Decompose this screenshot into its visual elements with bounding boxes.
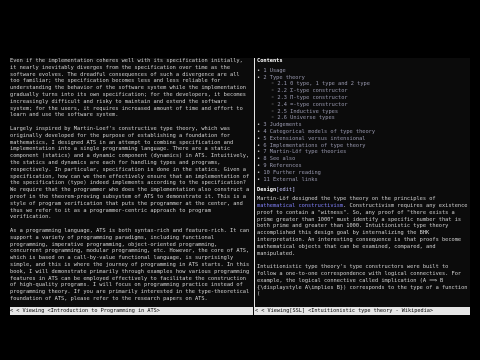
- toc-item[interactable]: • 9 References: [257, 163, 470, 170]
- design-paragraph-2: Intuitionistic type theory's type constr…: [257, 264, 470, 298]
- toc-item[interactable]: • 1 Usage: [257, 68, 470, 75]
- toc-item[interactable]: • 4 Categorical models of type theory: [257, 129, 470, 136]
- toc-item-number: 2.4: [277, 101, 287, 108]
- toc-item-label: Usage: [269, 67, 286, 74]
- toc-item-label: Implementations of type theory: [269, 142, 366, 149]
- edit-link[interactable]: [edit]: [276, 187, 295, 193]
- terminal-screen: Even if the implementation coheres well …: [10, 58, 470, 315]
- design-heading-text: Design: [257, 187, 277, 194]
- toc-item-label: Inductive types: [290, 108, 339, 115]
- toc-item-number: 2.2: [277, 88, 287, 95]
- left-paragraph-2: Largely inspired by Martin-Loef's constr…: [10, 125, 250, 221]
- toc-item-label: Universe types: [290, 115, 335, 122]
- toc-item[interactable]: ◦ 2.5 Inductive types: [257, 109, 470, 116]
- toc-item-label: Categorical models of type theory: [269, 128, 376, 135]
- toc-item[interactable]: ◦ 2.6 Universe types: [257, 115, 470, 122]
- toc-item-number: 2.3: [277, 94, 287, 101]
- toc-item-number: 2.1: [277, 81, 287, 88]
- toc-item[interactable]: • 3 Judgements: [257, 122, 470, 129]
- toc-item[interactable]: • 2 Type theory: [257, 75, 470, 82]
- toc-item[interactable]: • 6 Implementations of type theory: [257, 143, 470, 150]
- right-browser-pane[interactable]: Contents • 1 Usage • 2 Type theory ◦ 2.1 0…: [257, 58, 470, 307]
- constructivism-link[interactable]: mathematical constructivism: [257, 203, 343, 209]
- right-status-bar: < < Viewing[SSL] <Intuitionistic type th…: [255, 307, 470, 315]
- toc-item[interactable]: ◦ 2.2 Σ-type constructor: [257, 88, 470, 95]
- toc-item-number: 11: [263, 176, 270, 183]
- left-paragraph-1: Even if the implementation coheres well …: [10, 58, 246, 119]
- toc-item-label: References: [269, 162, 302, 169]
- toc-item-label: Further reading: [272, 169, 321, 176]
- table-of-contents: • 1 Usage • 2 Type theory ◦ 2.1 0 type, 1 …: [257, 68, 470, 184]
- toc-item-label: External links: [272, 176, 318, 183]
- toc-item-number: 10: [263, 169, 270, 176]
- toc-item-number: 1: [263, 67, 267, 74]
- left-status-bar: < < Viewing <Introduction to Programming…: [10, 307, 253, 315]
- toc-item[interactable]: • 10 Further reading: [257, 170, 470, 177]
- toc-item-number: 8: [263, 156, 267, 163]
- toc-item[interactable]: • 5 Extensional versus intensional: [257, 136, 470, 143]
- contents-heading: Contents: [257, 58, 283, 64]
- toc-item-label: Π-type constructor: [290, 94, 348, 101]
- toc-item-number: 2: [263, 74, 267, 81]
- left-paragraph-3: As a programming language, ATS is both s…: [10, 227, 250, 302]
- toc-item-label: Judgements: [269, 122, 302, 129]
- left-browser-pane[interactable]: Even if the implementation coheres well …: [10, 58, 252, 307]
- toc-item[interactable]: • 11 External links: [257, 177, 470, 184]
- toc-item-number: 2.6: [277, 115, 287, 122]
- toc-item[interactable]: ◦ 2.4 =-type constructor: [257, 102, 470, 109]
- design-paragraph-1: Martin-Löf designed the type theory on t…: [257, 196, 470, 257]
- toc-item-number: 2.5: [277, 108, 287, 115]
- design-text-continued: . Constructivism requires any existence …: [257, 202, 468, 257]
- toc-item-label: =-type constructor: [290, 101, 348, 108]
- toc-item-label: Type theory: [269, 74, 305, 81]
- toc-item-number: 5: [263, 135, 267, 142]
- design-section-heading: Design[edit]: [257, 187, 470, 194]
- toc-item-label: Σ-type constructor: [290, 88, 348, 95]
- toc-item[interactable]: ◦ 2.3 Π-type constructor: [257, 95, 470, 102]
- toc-item-number: 3: [263, 122, 267, 129]
- toc-item-label: 0 type, 1 type and 2 type: [290, 81, 370, 88]
- toc-item[interactable]: • 8 See also: [257, 156, 470, 163]
- toc-item-number: 9: [263, 162, 267, 169]
- toc-item-label: Martin-Löf type theories: [269, 149, 347, 156]
- pane-divider[interactable]: [254, 58, 255, 315]
- design-text: Martin-Löf designed the type theory on t…: [257, 196, 436, 203]
- toc-item-number: 4: [263, 128, 267, 135]
- toc-item-number: 7: [263, 149, 267, 156]
- toc-item-label: Extensional versus intensional: [269, 135, 366, 142]
- toc-item-number: 6: [263, 142, 267, 149]
- toc-item[interactable]: • 7 Martin-Löf type theories: [257, 149, 470, 156]
- toc-item[interactable]: ◦ 2.1 0 type, 1 type and 2 type: [257, 81, 470, 88]
- toc-item-label: See also: [269, 156, 296, 163]
